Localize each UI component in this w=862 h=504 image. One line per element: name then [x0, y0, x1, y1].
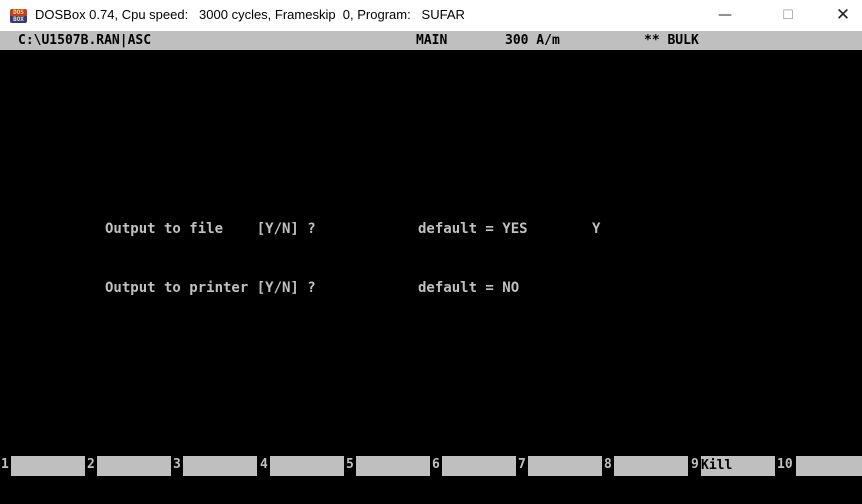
fkey-number: 3: [173, 457, 181, 472]
fkey-number: 5: [346, 457, 354, 472]
dos-screen[interactable]: C:\U1507B.RAN|ASC MAIN 300 A/m ** BULK O…: [0, 31, 862, 504]
fkey-9[interactable]: 9 Kill: [690, 456, 776, 476]
prompt-printer-default: default = NO: [418, 280, 520, 296]
prompt-printer-question: Output to printer [Y/N] ?: [105, 280, 316, 296]
fkey-label: [97, 456, 171, 476]
status-field: 300 A/m: [505, 33, 560, 48]
fkey-5[interactable]: 5: [345, 456, 431, 476]
fkey-4[interactable]: 4: [259, 456, 345, 476]
fkey-label: [356, 456, 430, 476]
window-title: DOSBox 0.74, Cpu speed: 3000 cycles, Fra…: [35, 7, 465, 22]
fkey-1[interactable]: 1: [0, 456, 86, 476]
prompt-file-question: Output to file [Y/N] ?: [105, 221, 316, 237]
fkey-label: [528, 456, 602, 476]
fkey-6[interactable]: 6: [431, 456, 517, 476]
prompt-file-answer[interactable]: Y: [592, 221, 600, 237]
fkey-number: 7: [518, 457, 526, 472]
fkey-label: [11, 456, 85, 476]
window-titlebar: DOS BOX DOSBox 0.74, Cpu speed: 3000 cyc…: [0, 0, 862, 31]
status-path: C:\U1507B.RAN|ASC: [18, 33, 152, 48]
fkey-label: Kill: [701, 456, 775, 476]
fkey-2[interactable]: 2: [86, 456, 172, 476]
fkey-label: [442, 456, 516, 476]
fkey-number: 9: [691, 457, 699, 472]
fkey-3[interactable]: 3: [172, 456, 258, 476]
fkey-7[interactable]: 7: [517, 456, 603, 476]
function-key-bar: 1 2 3 4 5 6 7 8 9 Kill 10: [0, 456, 862, 476]
fkey-8[interactable]: 8: [603, 456, 689, 476]
fkey-number: 2: [87, 457, 95, 472]
fkey-number: 4: [260, 457, 268, 472]
maximize-button[interactable]: ☐: [765, 0, 811, 31]
fkey-label: [614, 456, 688, 476]
fkey-label: [270, 456, 344, 476]
fkey-label: [183, 456, 257, 476]
fkey-number: 8: [604, 457, 612, 472]
minimize-button[interactable]: —: [702, 0, 748, 31]
fkey-10[interactable]: 10: [776, 456, 862, 476]
prompt-file-default: default = YES: [418, 221, 528, 237]
fkey-number: 10: [777, 457, 793, 472]
dosbox-icon: DOS BOX: [10, 9, 27, 23]
fkey-number: 1: [1, 457, 9, 472]
status-bar: C:\U1507B.RAN|ASC MAIN 300 A/m ** BULK: [0, 31, 862, 50]
fkey-label: [796, 456, 862, 476]
status-mode: MAIN: [416, 33, 448, 48]
close-button[interactable]: ✕: [820, 0, 862, 31]
fkey-number: 6: [432, 457, 440, 472]
status-measurement: ** BULK: [644, 33, 699, 48]
